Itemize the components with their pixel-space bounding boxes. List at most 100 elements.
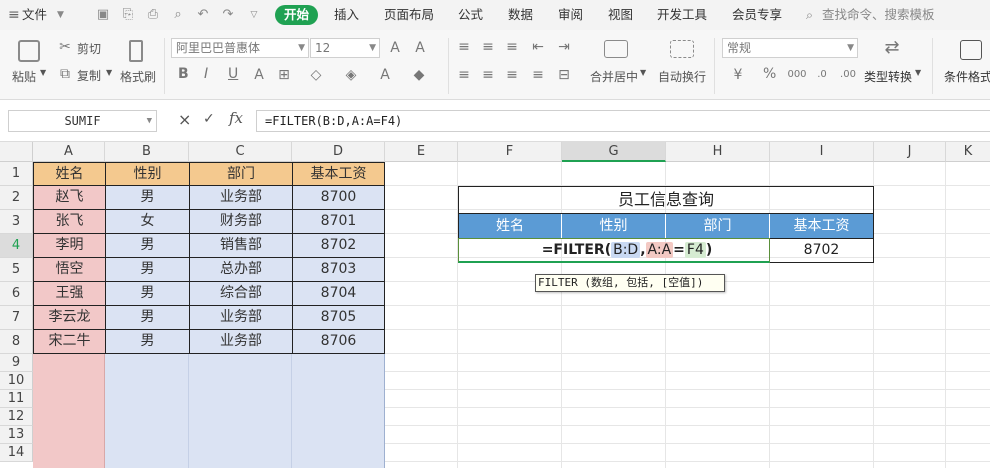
font-color-icon[interactable]: A <box>377 67 393 83</box>
column-header-f[interactable]: F <box>458 142 562 162</box>
table-cell[interactable]: 8706 <box>293 330 385 354</box>
table-header-dept[interactable]: 部门 <box>190 163 293 186</box>
table-cell[interactable]: 业务部 <box>190 186 293 210</box>
align-center-icon[interactable]: ≡ <box>480 67 496 83</box>
table-cell[interactable]: 男 <box>106 282 190 306</box>
table-cell[interactable]: 销售部 <box>190 234 293 258</box>
name-box[interactable]: SUMIF ▼ <box>8 110 157 132</box>
undo-icon[interactable]: ↶ <box>195 7 211 23</box>
row-header-5[interactable]: 5 <box>0 258 33 282</box>
paste-icon[interactable] <box>18 40 40 62</box>
currency-icon[interactable]: ¥ <box>730 67 746 83</box>
tab-home[interactable]: 开始 <box>275 5 319 25</box>
row-header-3[interactable]: 3 <box>0 210 33 234</box>
type-convert-button[interactable]: 类型转换 <box>864 68 912 85</box>
table-cell[interactable]: 悟空 <box>34 258 106 282</box>
search-icon[interactable]: ⌕ <box>806 5 813 25</box>
row-header-12[interactable]: 12 <box>0 408 33 426</box>
column-header-k[interactable]: K <box>946 142 990 162</box>
tab-review[interactable]: 审阅 <box>558 5 583 25</box>
table-cell[interactable]: 男 <box>106 306 190 330</box>
table-cell[interactable]: 张飞 <box>34 210 106 234</box>
save-icon[interactable]: ▣ <box>95 7 111 23</box>
column-header-a[interactable]: A <box>33 142 105 162</box>
row-header-14[interactable]: 14 <box>0 444 33 462</box>
chevron-down-icon[interactable]: ▼ <box>915 68 921 77</box>
column-header-j[interactable]: J <box>874 142 946 162</box>
more-icon[interactable]: ▽ <box>246 7 262 23</box>
query-header-salary[interactable]: 基本工资 <box>770 214 874 238</box>
indent-increase-icon[interactable]: ⇥ <box>556 39 572 55</box>
format-painter-button[interactable]: 格式刷 <box>120 68 156 85</box>
query-title[interactable]: 员工信息查询 <box>458 186 874 214</box>
font-size-select[interactable]: 12 ▼ <box>310 38 380 58</box>
row-header-1[interactable]: 1 <box>0 162 33 186</box>
table-cell[interactable]: 男 <box>106 186 190 210</box>
table-cell[interactable]: 男 <box>106 258 190 282</box>
file-menu[interactable]: 文件 <box>22 5 47 25</box>
tab-developer[interactable]: 开发工具 <box>657 5 707 25</box>
italic-button[interactable]: I <box>204 66 208 82</box>
align-middle-icon[interactable]: ≡ <box>480 39 496 55</box>
tab-page-layout[interactable]: 页面布局 <box>384 5 434 25</box>
tab-data[interactable]: 数据 <box>508 5 533 25</box>
align-left-icon[interactable]: ≡ <box>456 67 472 83</box>
chevron-down-icon[interactable]: ▼ <box>40 68 46 77</box>
cancel-button[interactable]: × <box>178 110 191 129</box>
table-cell[interactable]: 财务部 <box>190 210 293 234</box>
table-cell[interactable]: 8700 <box>293 186 385 210</box>
query-header-dept[interactable]: 部门 <box>666 214 770 238</box>
column-header-d[interactable]: D <box>292 142 385 162</box>
table-cell[interactable]: 8705 <box>293 306 385 330</box>
row-header-6[interactable]: 6 <box>0 282 33 306</box>
chevron-down-icon[interactable]: ▼ <box>106 68 112 77</box>
table-cell[interactable]: 业务部 <box>190 330 293 354</box>
table-cell[interactable]: 宋二牛 <box>34 330 106 354</box>
column-header-b[interactable]: B <box>105 142 189 162</box>
row-header-7[interactable]: 7 <box>0 306 33 330</box>
underline-button[interactable]: U <box>228 66 238 82</box>
fill-icon[interactable]: ◇ <box>308 67 324 83</box>
confirm-button[interactable]: ✓ <box>203 111 215 127</box>
query-cell-i4[interactable]: 8702 <box>770 238 874 263</box>
table-cell[interactable]: 8704 <box>293 282 385 306</box>
percent-button[interactable]: % <box>763 66 776 82</box>
shading-icon[interactable]: ◈ <box>343 67 359 83</box>
row-header-13[interactable]: 13 <box>0 426 33 444</box>
redo-icon[interactable]: ↷ <box>220 7 236 23</box>
clear-format-icon[interactable]: ◆ <box>411 67 427 83</box>
increase-decimal-icon[interactable]: .0 <box>812 67 832 83</box>
table-cell[interactable]: 女 <box>106 210 190 234</box>
justify-icon[interactable]: ≡ <box>530 67 546 83</box>
decrease-font-icon[interactable]: A <box>412 40 428 56</box>
tab-member[interactable]: 会员专享 <box>732 5 782 25</box>
cut-icon[interactable]: ✂ <box>57 39 73 55</box>
row-header-9[interactable]: 9 <box>0 354 33 372</box>
bold-button[interactable]: B <box>178 66 189 82</box>
table-cell[interactable]: 总办部 <box>190 258 293 282</box>
search-command-input[interactable]: 查找命令、搜索模板 <box>822 5 935 25</box>
column-header-g[interactable]: G <box>562 142 666 162</box>
print-icon[interactable]: ⎙ <box>145 7 161 23</box>
chevron-down-icon[interactable]: ▼ <box>57 5 64 25</box>
font-name-select[interactable]: 阿里巴巴普惠体 ▼ <box>171 38 309 58</box>
table-cell[interactable]: 李明 <box>34 234 106 258</box>
border-icon[interactable]: ⊞ <box>276 67 292 83</box>
wrap-text-button[interactable]: 自动换行 <box>658 68 706 85</box>
chevron-down-icon[interactable]: ▼ <box>640 68 646 77</box>
row-header-4[interactable]: 4 <box>0 234 33 258</box>
table-cell[interactable]: 赵飞 <box>34 186 106 210</box>
table-cell[interactable]: 王强 <box>34 282 106 306</box>
copy-icon[interactable]: ⧉ <box>57 66 73 82</box>
active-cell-f4[interactable]: =FILTER(B:D, A:A = F4) <box>458 238 770 263</box>
insert-function-button[interactable]: fx <box>229 109 243 127</box>
table-header-gender[interactable]: 性别 <box>106 163 190 186</box>
column-header-i[interactable]: I <box>770 142 874 162</box>
paste-button[interactable]: 粘贴 <box>12 68 36 85</box>
cut-button[interactable]: 剪切 <box>77 40 101 57</box>
table-cell[interactable]: 综合部 <box>190 282 293 306</box>
align-right-icon[interactable]: ≡ <box>504 67 520 83</box>
table-cell[interactable]: 业务部 <box>190 306 293 330</box>
table-cell[interactable]: 8702 <box>293 234 385 258</box>
table-cell[interactable]: 8703 <box>293 258 385 282</box>
